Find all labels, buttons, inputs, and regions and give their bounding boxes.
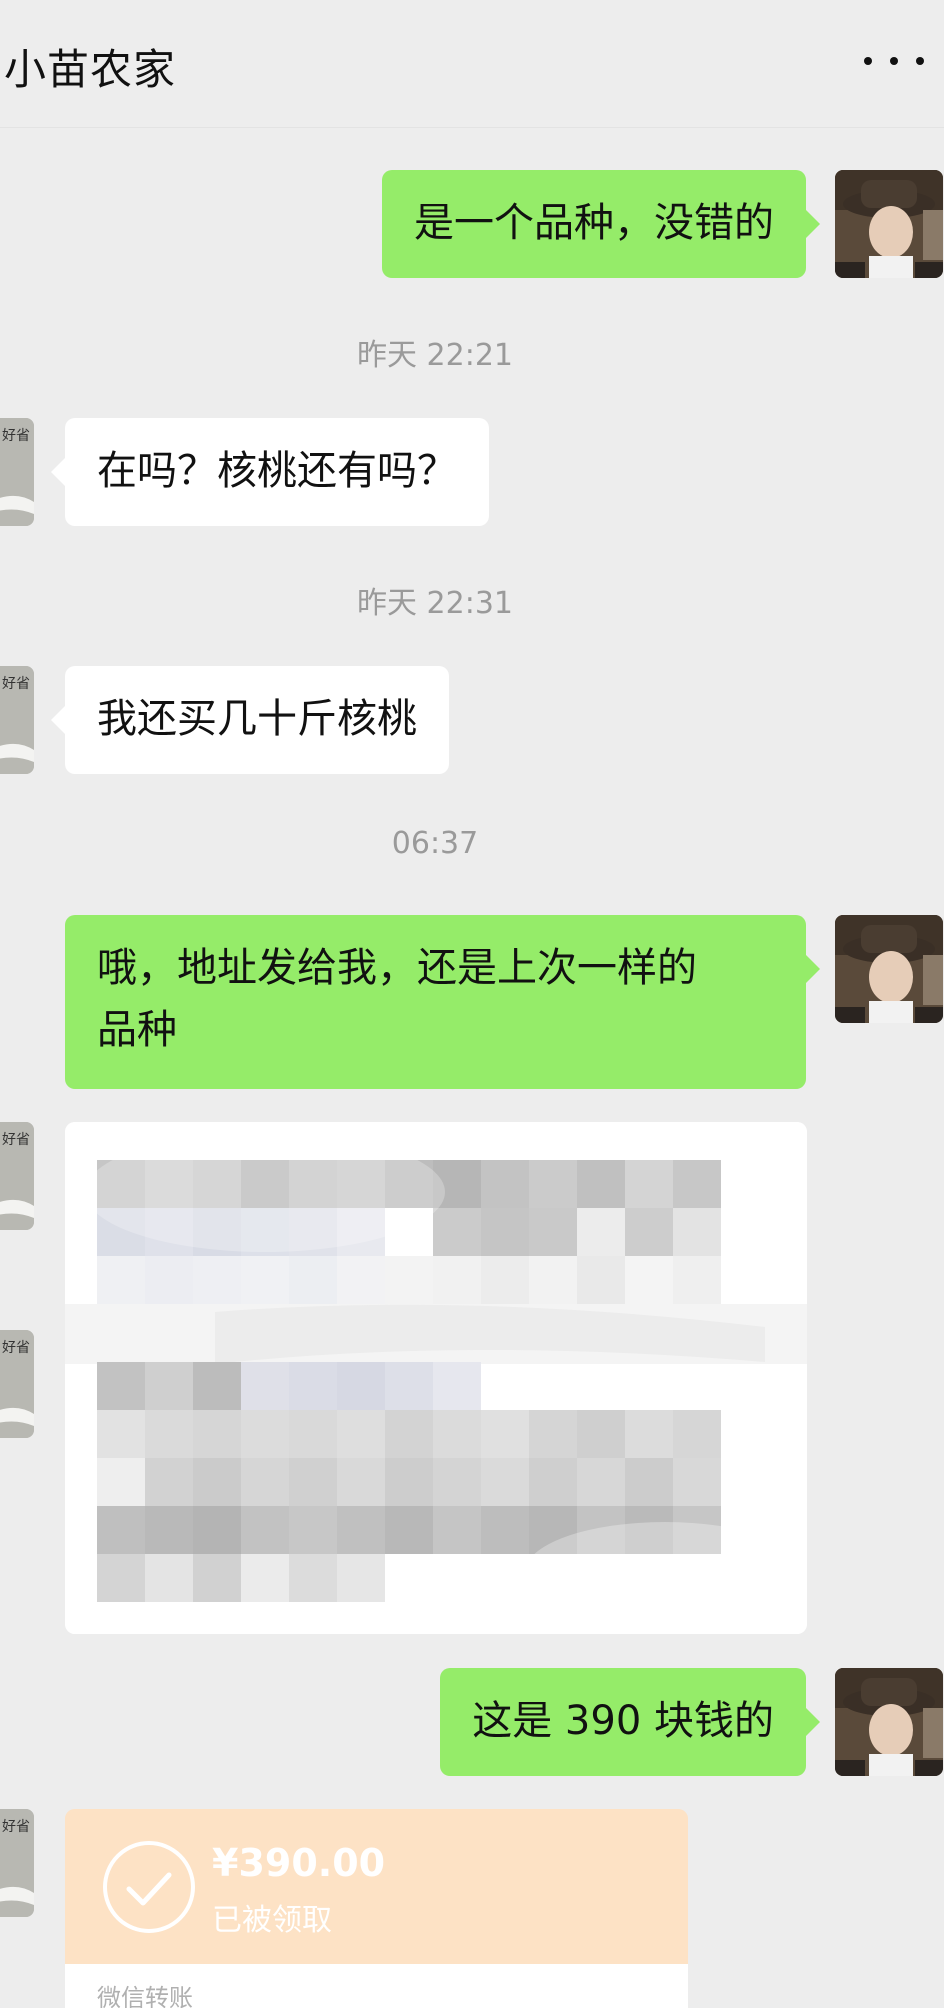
- svg-text:好省: 好省: [2, 676, 30, 692]
- timestamp: 昨天 22:21: [357, 338, 513, 373]
- more-dots-icon[interactable]: [864, 46, 924, 76]
- transfer-source-label: 微信转账: [97, 1984, 193, 2008]
- redacted-message-card[interactable]: [65, 1122, 807, 1634]
- transfer-card[interactable]: ¥390.00 已被领取 微信转账: [65, 1809, 688, 2008]
- contact-avatar[interactable]: 好省: [0, 418, 34, 526]
- timestamp: 06:37: [391, 826, 479, 861]
- contact-avatar[interactable]: 好省: [0, 1330, 34, 1438]
- check-icon: [103, 1841, 195, 1933]
- svg-text:好省: 好省: [2, 1132, 30, 1148]
- message-bubble-received[interactable]: 我还买几十斤核桃: [51, 666, 449, 774]
- my-avatar[interactable]: [835, 1668, 943, 1776]
- svg-text:好省: 好省: [2, 1819, 30, 1835]
- message-bubble-sent[interactable]: 哦，地址发给我，还是上次一样的 品种: [65, 915, 820, 1089]
- chat-screen: 小苗农家 是一个品种，没错的 昨天 22:21 好省 在吗？核桃还有吗？ 昨天 …: [0, 0, 944, 2008]
- chat-header: 小苗农家: [0, 0, 944, 128]
- message-bubble-received[interactable]: 在吗？核桃还有吗？: [51, 418, 489, 526]
- my-avatar[interactable]: [835, 915, 943, 1023]
- redaction-mosaic: [65, 1122, 807, 1634]
- message-bubble-sent[interactable]: 这是 390 块钱的: [440, 1668, 820, 1776]
- transfer-card-footer: 微信转账: [65, 1964, 688, 2008]
- message-text: 在吗？核桃还有吗？: [97, 448, 457, 494]
- contact-avatar[interactable]: 好省: [0, 1809, 34, 1917]
- message-text-line: 品种: [97, 1007, 177, 1053]
- message-text: 这是 390 块钱的: [472, 1698, 774, 1744]
- message-text: 是一个品种，没错的: [414, 200, 774, 246]
- contact-avatar[interactable]: 好省: [0, 1122, 34, 1230]
- message-bubble-sent[interactable]: 是一个品种，没错的: [382, 170, 820, 278]
- timestamp: 昨天 22:31: [357, 586, 513, 621]
- transfer-status: 已被领取: [212, 1903, 332, 1938]
- svg-text:好省: 好省: [2, 1340, 30, 1356]
- my-avatar[interactable]: [835, 170, 943, 278]
- svg-text:好省: 好省: [2, 428, 30, 444]
- message-text-line: 哦，地址发给我，还是上次一样的: [97, 945, 697, 991]
- contact-avatar[interactable]: 好省: [0, 666, 34, 774]
- transfer-amount: ¥390.00: [212, 1841, 386, 1885]
- chat-title: 小苗农家: [4, 45, 177, 94]
- message-text: 我还买几十斤核桃: [97, 696, 417, 742]
